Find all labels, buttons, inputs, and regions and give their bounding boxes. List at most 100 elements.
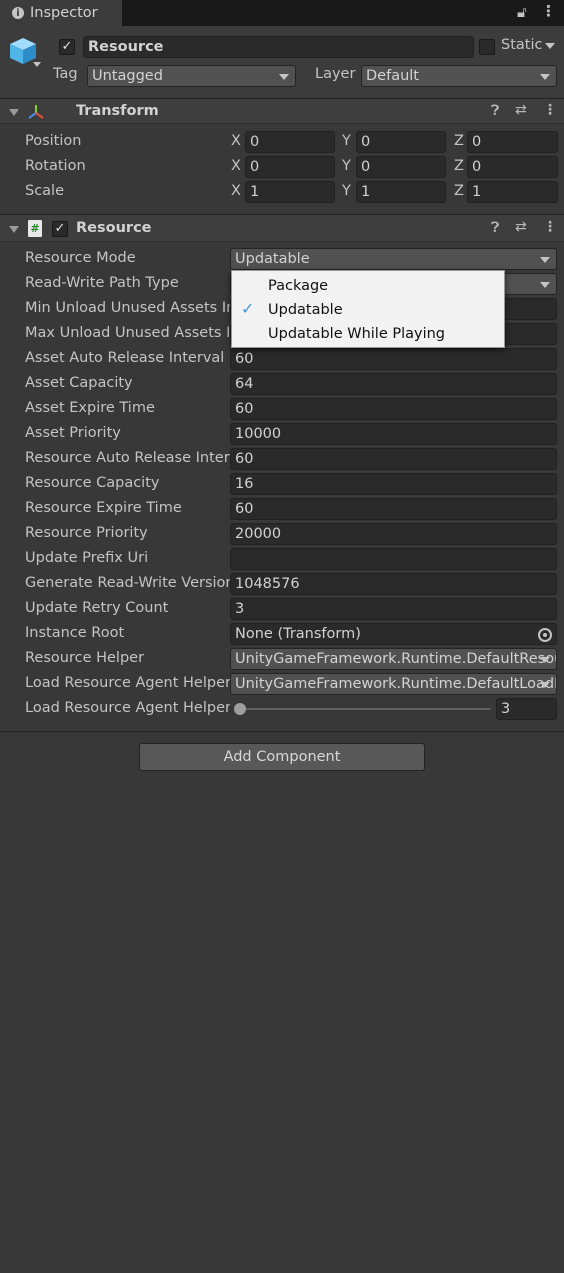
resource-value-field[interactable]: 16: [230, 473, 557, 495]
resource-enabled-checkbox[interactable]: ✓: [52, 221, 68, 237]
transform-z-field[interactable]: 0: [467, 156, 558, 178]
resource-value-field[interactable]: 1048576: [230, 573, 557, 595]
object-name-input[interactable]: Resource: [83, 36, 474, 58]
layer-value: Default: [366, 68, 419, 84]
layer-dropdown[interactable]: Default: [361, 65, 557, 87]
foldout-arrow-icon[interactable]: [9, 226, 19, 233]
slider-track[interactable]: [236, 708, 491, 710]
chevron-down-icon: [279, 74, 289, 80]
popup-option-updatable-while-playing[interactable]: Updatable While Playing: [268, 324, 445, 344]
instance-root-field[interactable]: None (Transform): [230, 623, 557, 645]
help-icon[interactable]: ❓︎: [491, 220, 499, 236]
transform-axes-icon: [28, 105, 44, 119]
active-checkbox[interactable]: ✓: [59, 39, 75, 55]
axis-y-label: Y: [342, 183, 351, 199]
component-menu-icon[interactable]: ⋮: [543, 102, 557, 118]
object-picker-dot: [543, 633, 547, 637]
dropdown-value: UnityGameFramework.Runtime.DefaultResour…: [235, 651, 556, 667]
axis-z-label: Z: [454, 183, 464, 199]
divider: [0, 731, 564, 732]
transform-component-header[interactable]: Transform ❓︎ ⇄ ⋮: [0, 98, 564, 124]
help-icon[interactable]: ❓︎: [491, 103, 499, 119]
resource-value-field[interactable]: 60: [230, 498, 557, 520]
slider-value-field[interactable]: 3: [496, 698, 557, 720]
component-menu-icon[interactable]: ⋮: [543, 219, 557, 235]
resource-dropdown[interactable]: UnityGameFramework.Runtime.DefaultLoadRe…: [230, 673, 557, 695]
layer-label: Layer: [315, 66, 356, 82]
chevron-down-icon: [540, 682, 550, 688]
static-dropdown-chevron-icon[interactable]: [545, 43, 555, 49]
resource-row-label: Asset Capacity: [25, 375, 133, 391]
add-component-button[interactable]: Add Component: [139, 743, 425, 771]
axis-x-label: X: [231, 183, 241, 199]
transform-y-field[interactable]: 0: [356, 156, 446, 178]
transform-x-field[interactable]: 0: [245, 156, 335, 178]
resource-dropdown[interactable]: Updatable: [230, 248, 557, 270]
resource-value-field[interactable]: 20000: [230, 523, 557, 545]
tag-label: Tag: [53, 66, 78, 82]
tag-value: Untagged: [92, 68, 163, 84]
resource-value-field[interactable]: 60: [230, 348, 557, 370]
resource-dropdown[interactable]: UnityGameFramework.Runtime.DefaultResour…: [230, 648, 557, 670]
resource-mode-popup: Package ✓ Updatable Updatable While Play…: [231, 270, 505, 348]
resource-component-header[interactable]: # ✓ Resource ❓︎ ⇄ ⋮: [0, 214, 564, 242]
presets-icon[interactable]: ⇄: [515, 219, 527, 235]
chevron-down-icon: [540, 74, 550, 80]
resource-value-field[interactable]: 60: [230, 398, 557, 420]
resource-row-label: Max Unload Unused Assets Interval: [25, 325, 230, 341]
transform-z-field[interactable]: 0: [467, 131, 558, 153]
axis-x-label: X: [231, 158, 241, 174]
chevron-down-icon: [540, 282, 550, 288]
tag-dropdown[interactable]: Untagged: [87, 65, 296, 87]
transform-row-label: Position: [25, 133, 82, 149]
resource-row-label: Resource Auto Release Interval: [25, 450, 230, 466]
resource-value-field[interactable]: 10000: [230, 423, 557, 445]
transform-z-field[interactable]: 1: [467, 181, 558, 203]
resource-value-field[interactable]: [230, 548, 557, 570]
icon-dropdown-chevron-icon[interactable]: [33, 62, 41, 67]
chevron-down-icon: [540, 657, 550, 663]
axis-x-label: X: [231, 133, 241, 149]
resource-value-field[interactable]: 3: [230, 598, 557, 620]
resource-value-field[interactable]: 60: [230, 448, 557, 470]
dropdown-value: UnityGameFramework.Runtime.DefaultLoadRe…: [235, 676, 556, 692]
kebab-menu-icon[interactable]: ⋮: [541, 2, 556, 20]
resource-row-label: Update Retry Count: [25, 600, 169, 616]
tab-inspector-label: Inspector: [30, 5, 98, 21]
resource-row-label: Asset Auto Release Interval: [25, 350, 225, 366]
axis-z-label: Z: [454, 158, 464, 174]
tab-bar: i Inspector 🔓︎ ⋮: [0, 0, 564, 26]
transform-row-label: Scale: [25, 183, 65, 199]
transform-x-field[interactable]: 1: [245, 181, 335, 203]
axis-y-label: Y: [342, 133, 351, 149]
popup-option-package[interactable]: Package: [268, 276, 328, 296]
csharp-script-icon: #: [28, 220, 42, 237]
resource-row-label: Resource Mode: [25, 250, 136, 266]
resource-row-label: Instance Root: [25, 625, 125, 641]
presets-icon[interactable]: ⇄: [515, 102, 527, 118]
resource-row-label: Read-Write Path Type: [25, 275, 179, 291]
resource-value-field[interactable]: 64: [230, 373, 557, 395]
resource-row-label: Load Resource Agent Helper Count: [25, 700, 230, 716]
dropdown-value: Updatable: [235, 251, 310, 267]
resource-row-label: Resource Helper: [25, 650, 145, 666]
tab-inspector[interactable]: i Inspector: [0, 0, 122, 26]
static-label[interactable]: Static: [501, 37, 542, 53]
resource-row-label: Asset Priority: [25, 425, 121, 441]
transform-x-field[interactable]: 0: [245, 131, 335, 153]
popup-option-updatable[interactable]: Updatable: [268, 300, 343, 320]
instance-root-value: None (Transform): [235, 626, 361, 642]
resource-row-label: Asset Expire Time: [25, 400, 155, 416]
resource-row-label: Update Prefix Uri: [25, 550, 149, 566]
resource-row-label: Min Unload Unused Assets Interval: [25, 300, 230, 316]
object-picker-icon[interactable]: [538, 628, 552, 642]
inspector-header: ✓ Resource Static Tag Untagged Layer Def…: [0, 26, 564, 98]
resource-row-label: Resource Capacity: [25, 475, 160, 491]
transform-y-field[interactable]: 0: [356, 131, 446, 153]
foldout-arrow-icon[interactable]: [9, 109, 19, 116]
slider-handle[interactable]: [234, 703, 246, 715]
lock-icon[interactable]: 🔓︎: [517, 3, 527, 21]
static-checkbox[interactable]: [479, 39, 495, 55]
transform-row-label: Rotation: [25, 158, 86, 174]
transform-y-field[interactable]: 1: [356, 181, 446, 203]
